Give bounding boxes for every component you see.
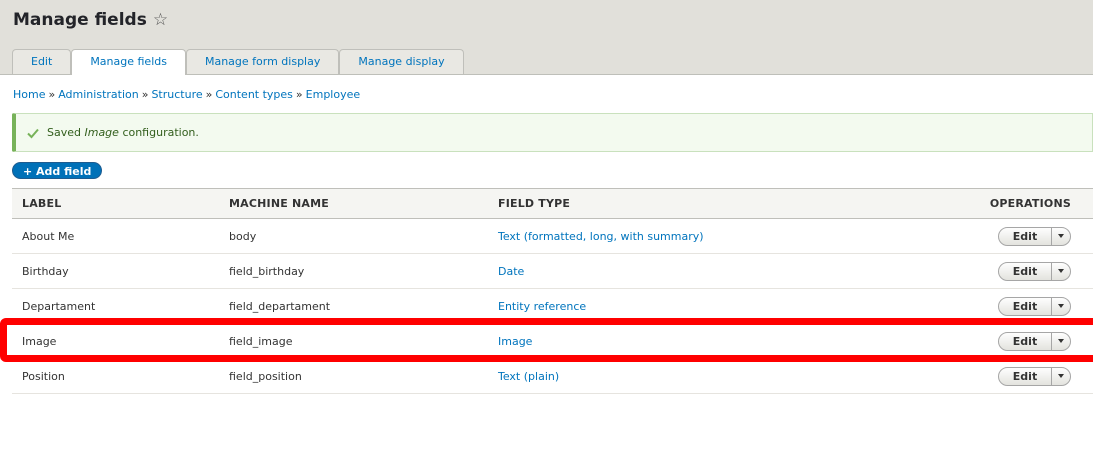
- breadcrumb-structure[interactable]: Structure: [151, 88, 202, 101]
- page-header: Manage fields ☆ Edit Manage fields Manag…: [0, 0, 1093, 75]
- primary-tabs: Edit Manage fields Manage form display M…: [12, 49, 464, 75]
- breadcrumb-separator: »: [141, 88, 149, 101]
- tab-edit[interactable]: Edit: [12, 49, 72, 74]
- cell-operations: Edit: [890, 323, 1093, 359]
- breadcrumb-employee[interactable]: Employee: [306, 88, 360, 101]
- dropdown-toggle[interactable]: [1051, 332, 1070, 350]
- column-header-label: LABEL: [12, 188, 219, 219]
- table-header: LABEL MACHINE NAME FIELD TYPE OPERATIONS: [12, 188, 1093, 219]
- dropdown-toggle[interactable]: [1051, 262, 1070, 280]
- add-field-button[interactable]: + Add field: [12, 162, 103, 179]
- field-type-link[interactable]: Text (formatted, long, with summary): [498, 230, 704, 243]
- caret-down-icon: [1058, 374, 1064, 378]
- cell-label: About Me: [12, 218, 219, 254]
- cell-field-type: Text (plain): [488, 358, 891, 394]
- column-header-field-type: FIELD TYPE: [488, 188, 891, 219]
- cell-machine-name: field_image: [219, 323, 488, 359]
- cell-field-type: Text (formatted, long, with summary): [488, 218, 891, 254]
- fields-table: LABEL MACHINE NAME FIELD TYPE OPERATIONS…: [12, 188, 1093, 394]
- caret-down-icon: [1058, 269, 1064, 273]
- field-type-link[interactable]: Text (plain): [498, 370, 559, 383]
- message-prefix: Saved: [47, 126, 81, 139]
- table-row: About Me body Text (formatted, long, wit…: [12, 218, 1093, 254]
- breadcrumb-separator: »: [48, 88, 56, 101]
- tab-manage-display[interactable]: Manage display: [339, 49, 464, 74]
- edit-button[interactable]: Edit: [999, 263, 1051, 280]
- field-type-link[interactable]: Entity reference: [498, 300, 586, 313]
- table-row: Departament field_departament Entity ref…: [12, 288, 1093, 324]
- breadcrumb-administration[interactable]: Administration: [58, 88, 139, 101]
- field-type-link[interactable]: Image: [498, 335, 532, 348]
- table-body: About Me body Text (formatted, long, wit…: [12, 218, 1093, 394]
- edit-button[interactable]: Edit: [999, 298, 1051, 315]
- breadcrumb-separator: »: [205, 88, 213, 101]
- cell-label: Birthday: [12, 253, 219, 289]
- tab-manage-form-display[interactable]: Manage form display: [185, 49, 340, 74]
- dropdown-toggle[interactable]: [1051, 227, 1070, 245]
- operations-dropbutton: Edit: [998, 226, 1071, 246]
- cell-machine-name: field_departament: [219, 288, 488, 324]
- check-icon: [27, 128, 39, 138]
- table-header-row: LABEL MACHINE NAME FIELD TYPE OPERATIONS: [12, 188, 1093, 219]
- operations-dropbutton: Edit: [998, 331, 1071, 351]
- dropdown-toggle[interactable]: [1051, 367, 1070, 385]
- column-header-machine-name: MACHINE NAME: [219, 188, 488, 219]
- cell-field-type: Entity reference: [488, 288, 891, 324]
- column-header-operations: OPERATIONS: [890, 188, 1093, 219]
- cell-machine-name: field_position: [219, 358, 488, 394]
- caret-down-icon: [1058, 234, 1064, 238]
- cell-operations: Edit: [890, 218, 1093, 254]
- star-outline-icon[interactable]: ☆: [153, 11, 168, 29]
- message-field-name: Image: [84, 126, 119, 139]
- breadcrumb: Home» Administration» Structure» Content ty…: [13, 88, 360, 101]
- cell-machine-name: body: [219, 218, 488, 254]
- cell-operations: Edit: [890, 288, 1093, 324]
- cell-operations: Edit: [890, 358, 1093, 394]
- cell-operations: Edit: [890, 253, 1093, 289]
- cell-label: Departament: [12, 288, 219, 324]
- page-title-text: Manage fields: [13, 10, 147, 30]
- table-row: Birthday field_birthday Date Edit: [12, 253, 1093, 289]
- breadcrumb-home[interactable]: Home: [13, 88, 45, 101]
- field-type-link[interactable]: Date: [498, 265, 524, 278]
- message-suffix: configuration.: [122, 126, 199, 139]
- status-message: Saved Image configuration.: [12, 113, 1093, 152]
- operations-dropbutton: Edit: [998, 296, 1071, 316]
- table-row: Image field_image Image Edit: [12, 323, 1093, 359]
- cell-label: Image: [12, 323, 219, 359]
- operations-dropbutton: Edit: [998, 261, 1071, 281]
- operations-dropbutton: Edit: [998, 366, 1071, 386]
- cell-field-type: Image: [488, 323, 891, 359]
- breadcrumb-separator: »: [295, 88, 303, 101]
- dropdown-toggle[interactable]: [1051, 297, 1070, 315]
- cell-field-type: Date: [488, 253, 891, 289]
- table-row: Position field_position Text (plain) Edi…: [12, 358, 1093, 394]
- caret-down-icon: [1058, 339, 1064, 343]
- edit-button[interactable]: Edit: [999, 333, 1051, 350]
- cell-label: Position: [12, 358, 219, 394]
- edit-button[interactable]: Edit: [999, 368, 1051, 385]
- page-title: Manage fields ☆: [13, 10, 168, 30]
- tab-manage-fields[interactable]: Manage fields: [71, 49, 186, 75]
- cell-machine-name: field_birthday: [219, 253, 488, 289]
- caret-down-icon: [1058, 304, 1064, 308]
- edit-button[interactable]: Edit: [999, 228, 1051, 245]
- breadcrumb-content-types[interactable]: Content types: [215, 88, 293, 101]
